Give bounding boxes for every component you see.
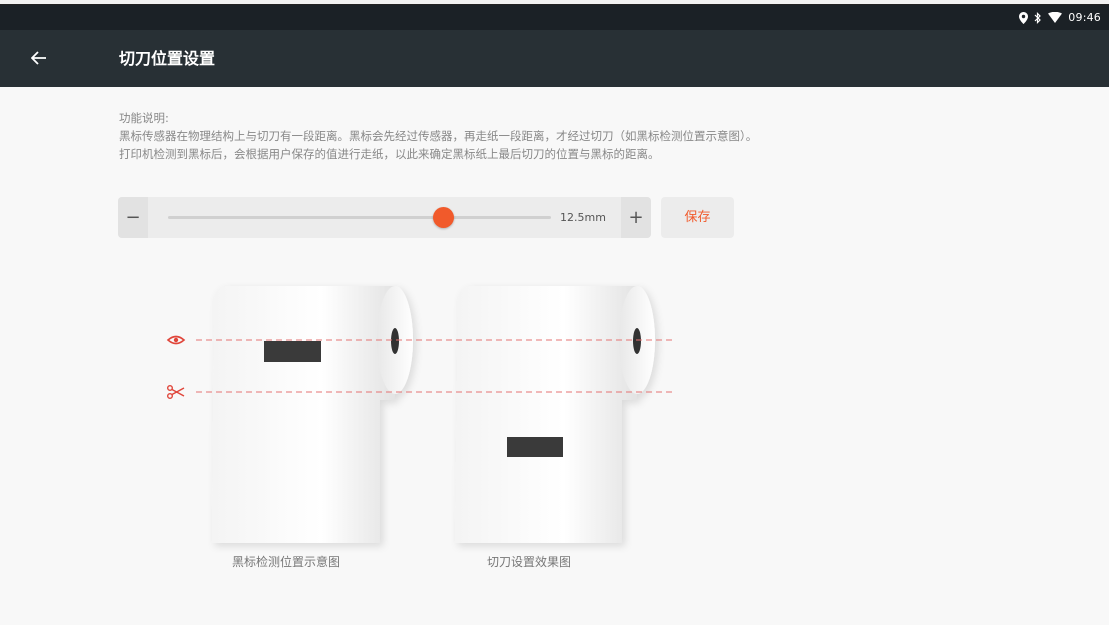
function-description: 功能说明: 黑标传感器在物理结构上与切刀有一段距离。黑标会先经过传感器，再走纸一… (119, 109, 1019, 163)
paper-roll-right (455, 286, 655, 543)
app-bar: 切刀位置设置 (0, 30, 1109, 87)
slider-thumb[interactable] (433, 207, 455, 228)
distance-slider-card: − 12.5mm + (118, 197, 651, 238)
black-mark-right (507, 437, 563, 457)
black-mark-left (264, 341, 321, 362)
blackmark-diagram (166, 286, 674, 543)
plus-icon: + (628, 206, 644, 228)
status-bar: 09:46 (0, 5, 1109, 30)
scissors-icon (166, 385, 185, 400)
decrease-button[interactable]: − (118, 197, 148, 238)
page-title: 切刀位置设置 (119, 49, 216, 68)
slider-value: 12.5mm (560, 211, 606, 224)
eye-icon (166, 335, 186, 345)
caption-cutter-effect: 切刀设置效果图 (487, 555, 572, 569)
description-line-1: 黑标传感器在物理结构上与切刀有一段距离。黑标会先经过传感器，再走纸一段距离，才经… (119, 129, 758, 143)
arrow-left-icon (30, 50, 47, 69)
bluetooth-icon (1034, 11, 1042, 24)
location-icon (1019, 11, 1029, 24)
wifi-icon (1048, 12, 1063, 23)
paper-roll-left (212, 286, 413, 543)
increase-button[interactable]: + (621, 197, 651, 238)
back-button[interactable] (24, 44, 54, 74)
minus-icon: − (125, 206, 141, 228)
caption-detection-diagram: 黑标检测位置示意图 (232, 555, 341, 569)
save-button[interactable]: 保存 (661, 197, 734, 238)
status-time: 09:46 (1068, 11, 1101, 24)
description-line-2: 打印机检测到黑标后，会根据用户保存的值进行走纸，以此来确定黑标纸上最后切刀的位置… (119, 147, 660, 161)
description-heading: 功能说明: (119, 111, 169, 125)
slider-track[interactable] (168, 216, 551, 219)
